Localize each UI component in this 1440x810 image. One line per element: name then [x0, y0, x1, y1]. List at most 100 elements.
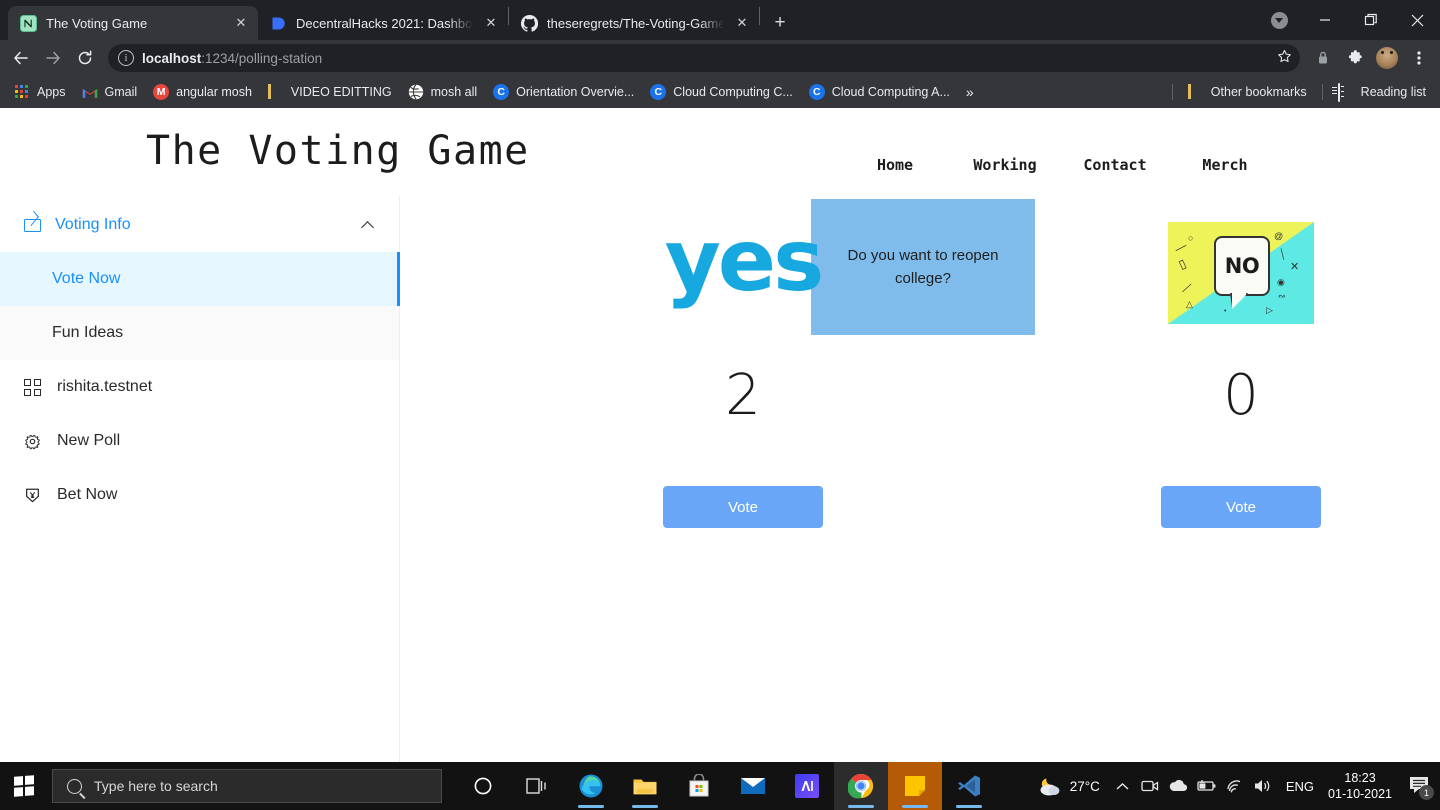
tab-strip: The Voting Game ✕ DecentralHacks 2021: D… — [0, 0, 1440, 40]
c-circle-icon: C — [808, 84, 825, 100]
bookmark-star-icon[interactable] — [1277, 49, 1292, 68]
sidebar-item-account[interactable]: rishita.testnet — [0, 360, 399, 414]
nav-link-contact[interactable]: Contact — [1060, 156, 1170, 174]
grid-icon — [24, 378, 41, 396]
chrome-menu-icon[interactable] — [1404, 43, 1434, 73]
reading-list-button[interactable]: Reading list — [1330, 79, 1434, 105]
bookmark-apps[interactable]: Apps — [6, 79, 74, 105]
bookmark-angular-mosh[interactable]: M angular mosh — [145, 79, 260, 105]
notifications-button[interactable]: 1 — [1402, 762, 1436, 810]
decor-line: ╱ — [1182, 282, 1192, 294]
browser-tab-1[interactable]: DecentralHacks 2021: Dashboard ✕ — [258, 6, 508, 40]
sidebar-item-label: Fun Ideas — [52, 324, 124, 341]
taskbar-apps — [456, 762, 996, 810]
vote-count-no: 0 — [1223, 363, 1259, 428]
sidebar-group-label: Voting Info — [55, 216, 131, 233]
movies-app-icon[interactable] — [780, 762, 834, 810]
bookmark-orientation-overview[interactable]: C Orientation Overvie... — [485, 79, 642, 105]
page-body: Voting Info Vote Now Fun Ideas rishita.t… — [0, 196, 1440, 762]
bookmark-cloud-computing-c[interactable]: C Cloud Computing C... — [642, 79, 801, 105]
sidebar-item-bet-now[interactable]: Bet Now — [0, 468, 399, 522]
folder-icon — [268, 84, 284, 100]
sidebar-item-label: Vote Now — [52, 270, 121, 287]
browser-tab-2[interactable]: theseregrets/The-Voting-Game-d ✕ — [509, 6, 759, 40]
bookmark-label: mosh all — [430, 85, 478, 99]
vote-button-no[interactable]: Vote — [1161, 486, 1321, 528]
bookmarks-overflow-button[interactable]: » — [958, 84, 982, 100]
back-icon[interactable] — [6, 43, 36, 73]
decor-squiggle: ∾ — [1278, 291, 1286, 301]
close-button[interactable] — [1394, 0, 1440, 40]
site-info-icon[interactable]: i — [118, 50, 134, 66]
microsoft-store-icon[interactable] — [672, 762, 726, 810]
clock-date: 01-10-2021 — [1328, 787, 1392, 801]
sticky-notes-icon[interactable] — [888, 762, 942, 810]
forward-icon[interactable] — [38, 43, 68, 73]
folder-icon — [1188, 84, 1204, 100]
browser-tab-0[interactable]: The Voting Game ✕ — [8, 6, 258, 40]
bookmark-video-editting[interactable]: VIDEO EDITTING — [260, 79, 400, 105]
battery-icon[interactable] — [1192, 762, 1220, 810]
sidebar-item-label: Bet Now — [57, 486, 118, 503]
minimize-button[interactable] — [1302, 0, 1348, 40]
vote-button-yes[interactable]: Vote — [663, 486, 823, 528]
poll-content: Do you want to reopen college? yes 2 Vot… — [400, 196, 1440, 762]
tab-separator — [759, 7, 760, 25]
maximize-button[interactable] — [1348, 0, 1394, 40]
address-bar[interactable]: i localhost:1234/polling-station — [108, 44, 1300, 72]
wifi-icon[interactable] — [1220, 762, 1248, 810]
other-bookmarks-button[interactable]: Other bookmarks — [1180, 79, 1315, 105]
cortana-icon[interactable] — [456, 762, 510, 810]
extensions-puzzle-icon[interactable] — [1340, 43, 1370, 73]
divider — [1171, 84, 1173, 100]
nav-link-working[interactable]: Working — [950, 156, 1060, 174]
file-explorer-icon[interactable] — [618, 762, 672, 810]
clock[interactable]: 18:23 01-10-2021 — [1322, 770, 1402, 802]
bookmark-cloud-computing-a[interactable]: C Cloud Computing A... — [801, 79, 958, 105]
nav-link-home[interactable]: Home — [840, 156, 950, 174]
onedrive-icon[interactable] — [1164, 762, 1192, 810]
edge-icon[interactable] — [564, 762, 618, 810]
tab-search-icon[interactable] — [1256, 0, 1302, 40]
clock-time: 18:23 — [1344, 771, 1376, 785]
decor-circle: ○ — [1188, 233, 1194, 243]
shield-icon — [24, 487, 41, 504]
chevron-up-icon[interactable] — [362, 219, 375, 232]
avatar[interactable] — [1372, 43, 1402, 73]
sidebar-item-vote-now[interactable]: Vote Now — [0, 252, 400, 306]
url-path: :1234/polling-station — [201, 50, 323, 66]
sidebar-group-voting-info[interactable]: Voting Info — [0, 198, 399, 252]
language-indicator[interactable]: ENG — [1278, 762, 1322, 810]
volume-icon[interactable] — [1248, 762, 1278, 810]
bookmark-mosh-all[interactable]: mosh all — [400, 79, 486, 105]
tab-close-icon[interactable]: ✕ — [733, 14, 751, 32]
browser-toolbar: i localhost:1234/polling-station — [0, 40, 1440, 76]
task-view-icon[interactable] — [510, 762, 564, 810]
tab-title: DecentralHacks 2021: Dashboard — [296, 15, 473, 31]
chrome-icon[interactable] — [834, 762, 888, 810]
decor-spiral: @ — [1274, 231, 1284, 241]
taskbar-search-box[interactable]: Type here to search — [52, 769, 442, 803]
bookmark-label: Cloud Computing A... — [831, 85, 950, 99]
mail-icon[interactable] — [726, 762, 780, 810]
tab-title: The Voting Game — [46, 15, 148, 31]
bookmark-label: Apps — [37, 85, 66, 99]
reload-icon[interactable] — [70, 43, 100, 73]
other-bookmarks-label: Other bookmarks — [1210, 85, 1307, 99]
sidebar-item-fun-ideas[interactable]: Fun Ideas — [0, 306, 399, 360]
bookmark-gmail[interactable]: Gmail — [74, 79, 146, 105]
tab-close-icon[interactable]: ✕ — [482, 14, 500, 32]
nav-link-merch[interactable]: Merch — [1170, 156, 1280, 174]
toolbar-right-actions — [1302, 43, 1434, 73]
tray-expand-icon[interactable] — [1110, 762, 1136, 810]
weather-widget[interactable]: 27°C — [1026, 762, 1110, 810]
vs-code-icon[interactable] — [942, 762, 996, 810]
new-tab-button[interactable]: + — [766, 9, 794, 37]
search-placeholder: Type here to search — [94, 778, 218, 794]
sidebar-menu: Voting Info Vote Now Fun Ideas rishita.t… — [0, 196, 400, 762]
profile-lock-icon[interactable] — [1308, 43, 1338, 73]
tab-close-icon[interactable]: ✕ — [232, 14, 250, 32]
start-button[interactable] — [0, 762, 48, 810]
sidebar-item-new-poll[interactable]: New Poll — [0, 414, 399, 468]
meet-now-icon[interactable] — [1136, 762, 1164, 810]
